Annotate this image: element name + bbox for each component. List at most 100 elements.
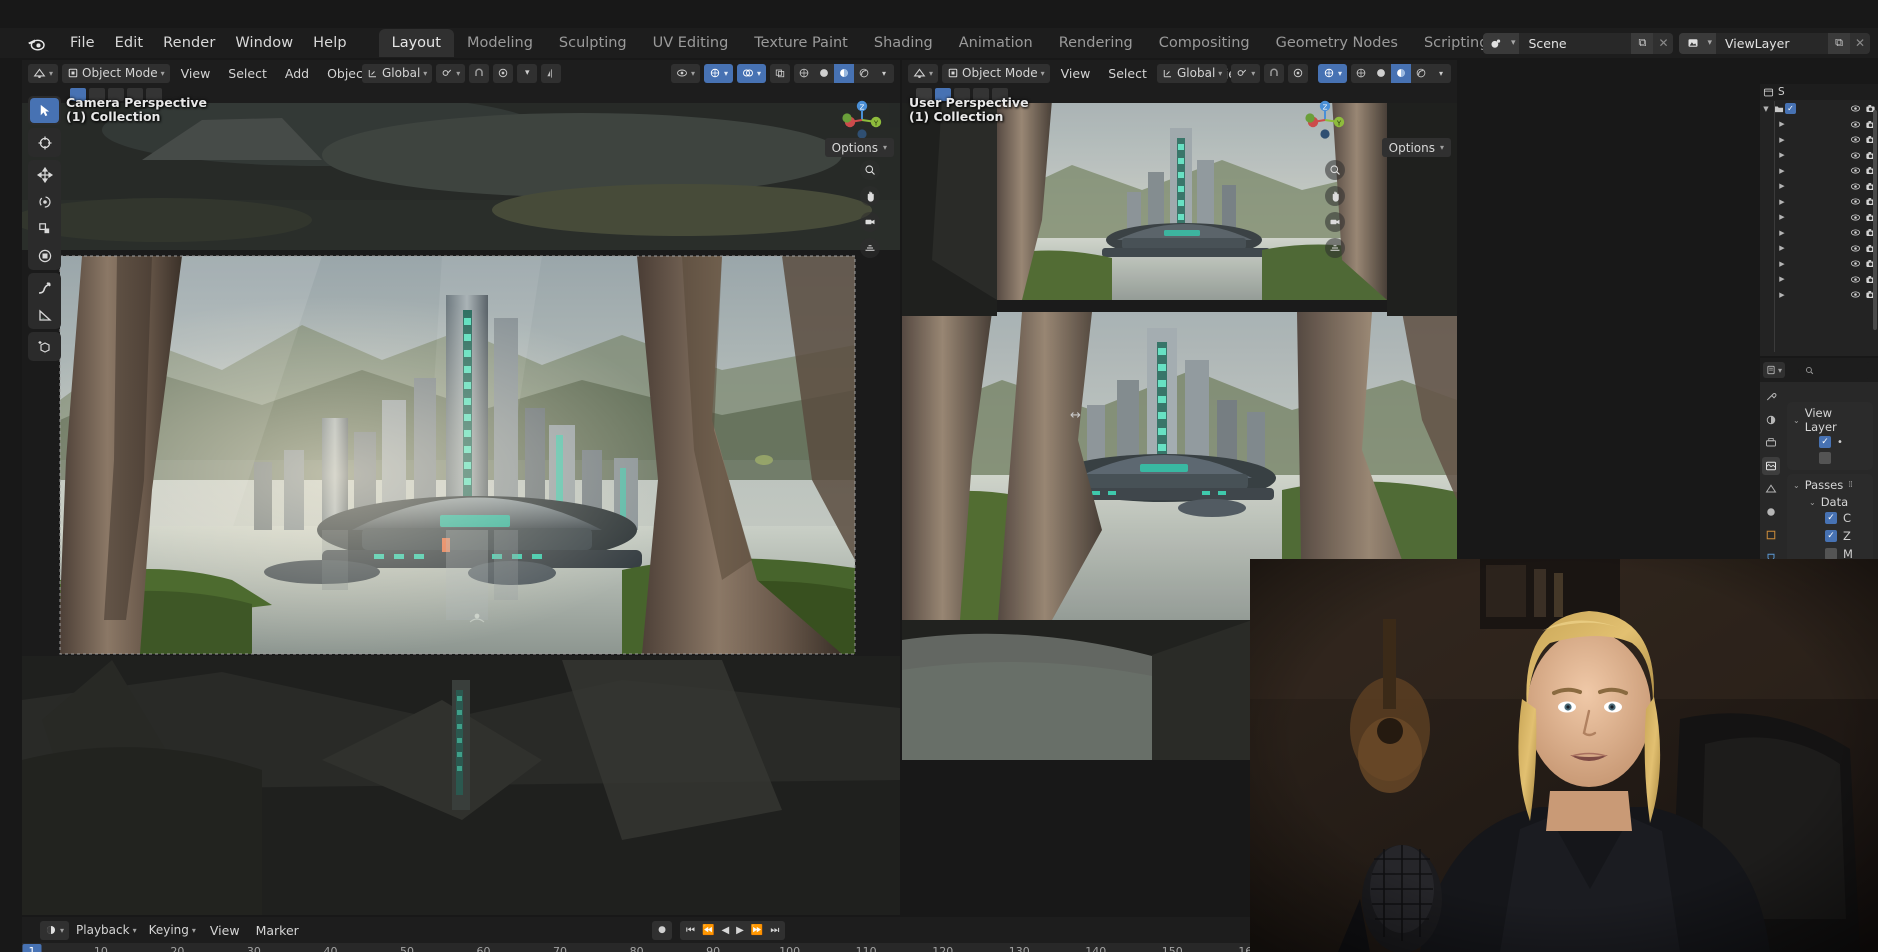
area-splitter-handle[interactable]: ↔	[1070, 408, 1081, 423]
scene-chevron-down-icon[interactable]: ▾	[1509, 32, 1520, 54]
view-layer-unlink-button[interactable]: ✕	[1850, 32, 1870, 54]
tab-uv-editing[interactable]: UV Editing	[640, 29, 742, 57]
shading-chevron-down-icon[interactable]: ▾	[874, 64, 894, 83]
tab-animation[interactable]: Animation	[946, 29, 1046, 57]
viewport-right-menu-view[interactable]: View	[1054, 66, 1098, 81]
expand-chevron-icon[interactable]: ▶	[1776, 151, 1788, 159]
toggle-perspective-icon-right[interactable]	[1325, 238, 1345, 258]
outliner-row[interactable]: ▶	[1760, 163, 1878, 179]
shading-rendered-icon[interactable]	[854, 64, 874, 83]
xray-toggle-icon[interactable]	[770, 63, 790, 83]
menu-edit[interactable]: Edit	[105, 32, 153, 54]
view-layer-panel-chevron-icon[interactable]: ⌄	[1793, 416, 1800, 425]
object-tab-icon[interactable]	[1762, 526, 1780, 544]
snap-dropdown[interactable]: ▾	[436, 63, 466, 83]
next-keyframe-button[interactable]: ⏩	[748, 925, 766, 936]
scene-tab-icon[interactable]	[1762, 480, 1780, 498]
viewport-left-menu-select[interactable]: Select	[221, 66, 274, 81]
expand-chevron-icon[interactable]: ▶	[1776, 213, 1788, 221]
tool-tab-icon[interactable]	[1762, 388, 1780, 406]
hide-in-viewport-icon[interactable]	[1848, 165, 1863, 176]
hide-in-viewport-icon[interactable]	[1848, 196, 1863, 207]
hide-in-viewport-icon[interactable]	[1848, 243, 1863, 254]
viewport-right-menu-select[interactable]: Select	[1101, 66, 1154, 81]
transform-orientation-dropdown-right[interactable]: Global ▾	[1157, 63, 1228, 83]
tab-modeling[interactable]: Modeling	[454, 29, 546, 57]
play-button[interactable]: ▶	[733, 925, 747, 936]
view-layer-chevron-down-icon[interactable]: ▾	[1706, 32, 1716, 54]
expand-chevron-icon[interactable]: ▶	[1776, 182, 1788, 190]
shading-mode-group-right[interactable]: ▾	[1351, 63, 1451, 83]
outliner-row[interactable]: ▶	[1760, 287, 1878, 303]
properties-search-input[interactable]	[1798, 362, 1875, 379]
outliner-row[interactable]: ▶	[1760, 210, 1878, 226]
shading-wireframe-icon[interactable]	[794, 64, 814, 83]
transform-orientation-dropdown[interactable]: Global ▾	[362, 63, 433, 83]
zoom-icon[interactable]	[860, 160, 880, 180]
viewport-left-menu-add[interactable]: Add	[278, 66, 316, 81]
collection-checkbox[interactable]: ✓	[1785, 103, 1796, 115]
timeline-keying-menu[interactable]: Keying ▾	[144, 921, 201, 940]
passes-panel-header[interactable]: ⌄ Passes ⁞⁞	[1793, 478, 1867, 492]
transform-tool[interactable]	[30, 243, 59, 268]
magnet-icon-right[interactable]	[1264, 63, 1285, 83]
scene-name[interactable]: Scene	[1519, 36, 1631, 51]
expand-chevron-icon[interactable]: ▶	[1776, 198, 1788, 206]
menu-render[interactable]: Render	[153, 32, 225, 54]
expand-chevron-icon[interactable]: ▶	[1776, 244, 1788, 252]
viewport-left-menu-view[interactable]: View	[174, 66, 218, 81]
view-layer-new-button[interactable]: ⧉	[1828, 32, 1850, 54]
view-layer-tab-icon[interactable]	[1762, 457, 1780, 475]
proportional-editing-icon-right[interactable]	[1288, 63, 1309, 83]
render-t-ab-icon[interactable]	[1762, 411, 1780, 429]
move-tool[interactable]	[30, 162, 59, 187]
output-tab-icon[interactable]	[1762, 434, 1780, 452]
hide-in-viewport-icon[interactable]	[1848, 258, 1863, 269]
shading-chevron-down-icon-right[interactable]: ▾	[1431, 64, 1451, 83]
timeline-view-menu[interactable]: View	[203, 923, 247, 938]
world-tab-icon[interactable]	[1762, 503, 1780, 521]
passes-panel-chevron-icon[interactable]: ⌄	[1793, 481, 1800, 490]
snap-dropdown-right[interactable]: ▾	[1231, 63, 1261, 83]
expand-chevron-icon[interactable]: ▶	[1776, 291, 1788, 299]
navigation-gizmo[interactable]: Z Y	[838, 96, 886, 144]
outliner-row[interactable]: ▶	[1760, 179, 1878, 195]
pan-hand-icon[interactable]	[860, 186, 880, 206]
viewport-left-render[interactable]	[22, 60, 900, 915]
magnet-icon[interactable]	[469, 63, 490, 83]
tab-compositing[interactable]: Compositing	[1146, 29, 1263, 57]
tab-geometry-nodes[interactable]: Geometry Nodes	[1263, 29, 1411, 57]
zoom-icon-right[interactable]	[1325, 160, 1345, 180]
tab-sculpting[interactable]: Sculpting	[546, 29, 640, 57]
add-cube-tool[interactable]	[30, 334, 59, 359]
expand-chevron-icon[interactable]: ▶	[1776, 120, 1788, 128]
viewport-right-options-dropdown[interactable]: Options ▾	[1381, 138, 1451, 157]
properties-editor-type-button[interactable]: ▾	[1763, 362, 1786, 378]
editor-type-button-right[interactable]: ▾	[908, 63, 939, 83]
outliner-scrollbar[interactable]	[1873, 110, 1877, 330]
view-layer-name[interactable]: ViewLayer	[1716, 36, 1828, 51]
outliner-tree[interactable]: ▼ ✓ ▶ ▶ ▶ ▶ ▶ ▶ ▶ ▶ ▶ ▶ ▶ ▶	[1760, 101, 1878, 356]
rotate-tool[interactable]	[30, 189, 59, 214]
blender-logo-icon[interactable]	[26, 33, 46, 53]
gizmo-toggle[interactable]: ▾	[703, 63, 733, 83]
tab-layout[interactable]: Layout	[378, 29, 454, 57]
shading-material-icon[interactable]	[834, 63, 854, 83]
hide-in-viewport-icon[interactable]	[1848, 103, 1863, 114]
pass-combined-checkbox[interactable]: ✓	[1825, 512, 1837, 524]
view-layer-use-row[interactable]: ✓ •	[1793, 434, 1867, 450]
scale-tool[interactable]	[30, 216, 59, 241]
gizmo-toggle-right[interactable]: ▾	[1317, 63, 1347, 83]
outliner-row[interactable]: ▶	[1760, 272, 1878, 288]
hide-in-viewport-icon[interactable]	[1848, 150, 1863, 161]
proportional-editing-icon[interactable]	[493, 63, 514, 83]
outliner-display-mode-label[interactable]: S	[1778, 86, 1785, 98]
play-reverse-button[interactable]: ◀	[718, 925, 732, 936]
scene-selector[interactable]: ▾ Scene ⧉ ✕	[1482, 32, 1674, 54]
hide-in-viewport-icon[interactable]	[1848, 181, 1863, 192]
object-mode-dropdown-right[interactable]: Object Mode ▾	[942, 63, 1050, 83]
outliner-row[interactable]: ▶	[1760, 241, 1878, 257]
pass-z-checkbox[interactable]: ✓	[1825, 530, 1837, 542]
view-layer-second-row[interactable]	[1793, 450, 1867, 466]
shading-material-icon-right[interactable]	[1391, 63, 1411, 83]
